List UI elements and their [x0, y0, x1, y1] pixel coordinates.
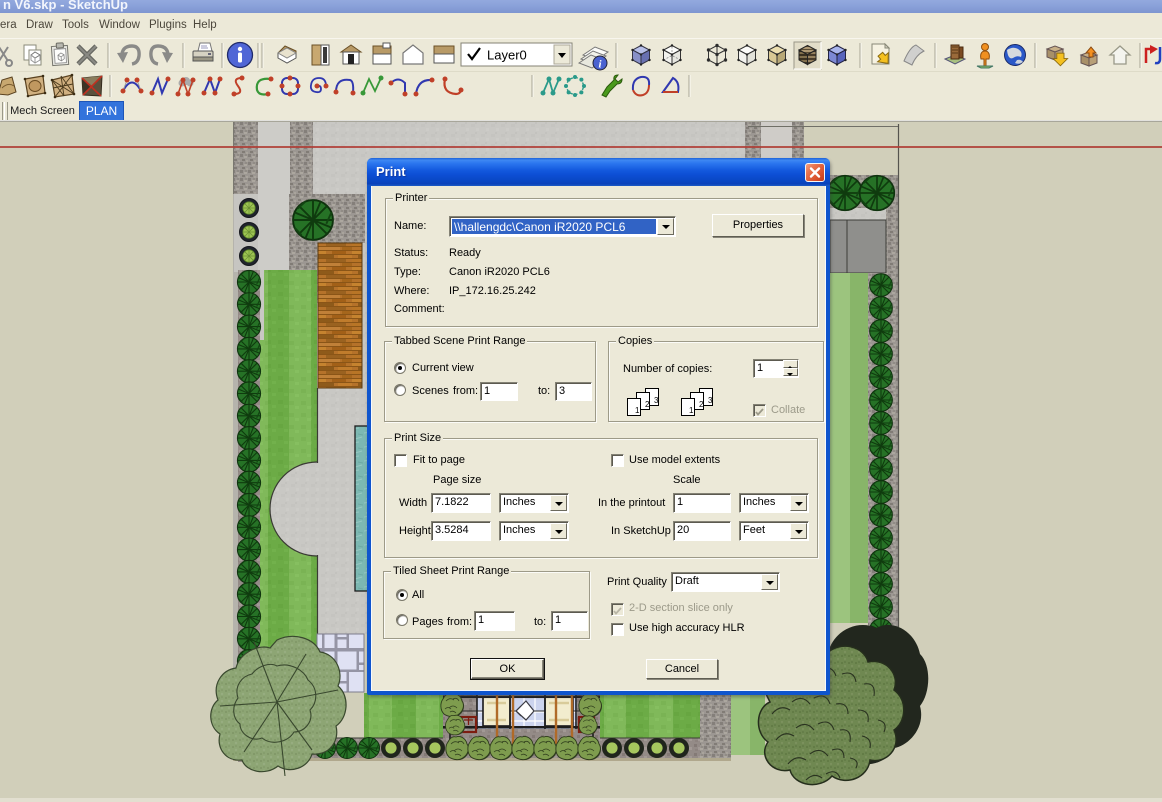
svg-text:Layer0: Layer0 — [487, 48, 527, 63]
svg-text:1: 1 — [635, 406, 640, 415]
svg-text:3: 3 — [708, 396, 713, 405]
svg-text:2: 2 — [699, 400, 704, 409]
svg-text:3: 3 — [654, 396, 659, 405]
svg-text:2: 2 — [645, 400, 650, 409]
svg-text:1: 1 — [689, 406, 694, 415]
